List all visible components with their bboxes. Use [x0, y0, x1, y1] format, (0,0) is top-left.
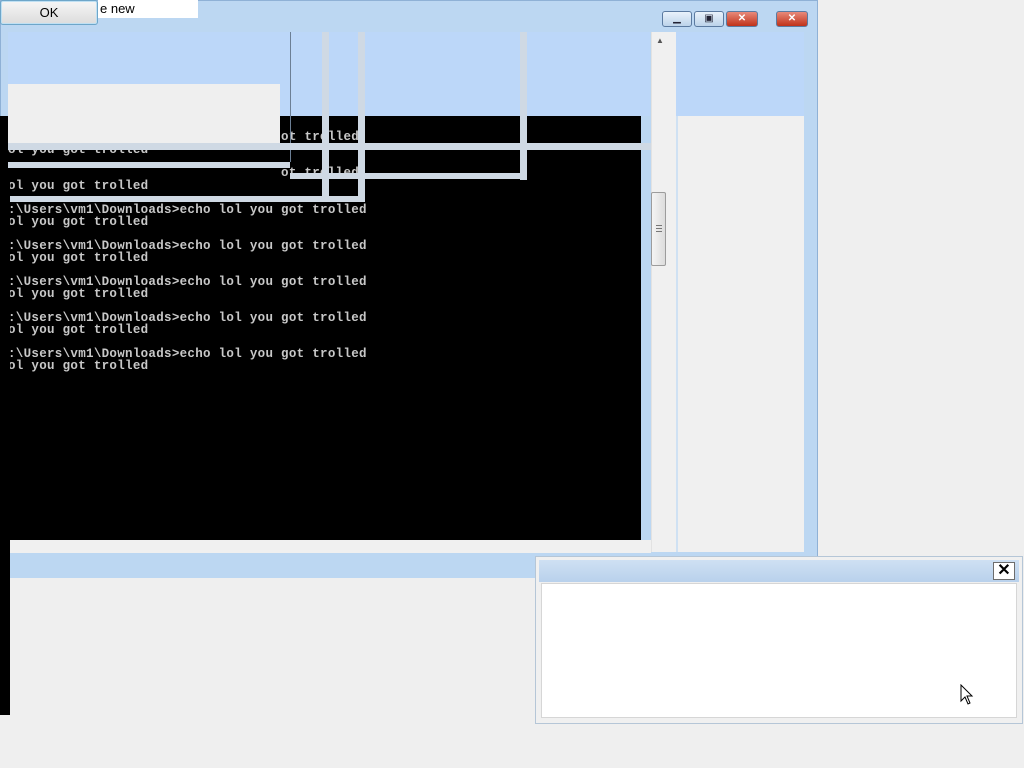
- glitch-bar: [8, 162, 290, 168]
- close-icon: ✕: [787, 13, 797, 24]
- scroll-gutter: [668, 32, 676, 552]
- console-line: ol you got trolled: [8, 251, 149, 265]
- grip-icon: [656, 225, 662, 226]
- console-line: ol you got trolled: [8, 215, 149, 229]
- glitch-block: [8, 84, 280, 144]
- console-line: ol you got trolled: [8, 179, 149, 193]
- close-button-2[interactable]: ✕: [776, 11, 808, 27]
- console-left-strip: [0, 170, 10, 715]
- console-bottom-border: [0, 540, 651, 553]
- glitch-bar: [290, 173, 527, 179]
- close-icon: ✕: [997, 562, 1011, 579]
- ok-button[interactable]: OK: [0, 0, 98, 25]
- dialog-titlebar[interactable]: [539, 560, 1019, 582]
- caption-gap: [758, 11, 776, 27]
- partial-label: e new: [98, 0, 198, 18]
- minimize-icon: ▁: [673, 13, 681, 24]
- scroll-up-icon[interactable]: ▲: [656, 36, 664, 45]
- glitch-bar: [520, 32, 527, 180]
- glass-region-right: [676, 32, 804, 116]
- console-line: ol you got trolled: [8, 323, 149, 337]
- maximize-icon: ▣: [704, 13, 714, 24]
- vertical-scrollbar[interactable]: ▲: [651, 32, 668, 552]
- glitch-bar: [8, 143, 668, 150]
- glitch-bar: [8, 196, 364, 202]
- dialog-close-button[interactable]: ✕: [993, 562, 1015, 580]
- console-line: ol you got trolled: [8, 287, 149, 301]
- dialog-content: [541, 583, 1017, 718]
- mouse-cursor-icon: [960, 683, 974, 706]
- maximize-button[interactable]: ▣: [694, 11, 724, 27]
- minimize-button[interactable]: ▁: [662, 11, 692, 27]
- scroll-thumb[interactable]: [651, 192, 666, 266]
- close-button[interactable]: ✕: [726, 11, 758, 27]
- close-icon: ✕: [737, 13, 747, 24]
- console-output[interactable]: ot trolled ol you got trolled ot trolled o…: [0, 116, 641, 540]
- console-line: ol you got trolled: [8, 359, 149, 373]
- side-panel: [676, 116, 804, 552]
